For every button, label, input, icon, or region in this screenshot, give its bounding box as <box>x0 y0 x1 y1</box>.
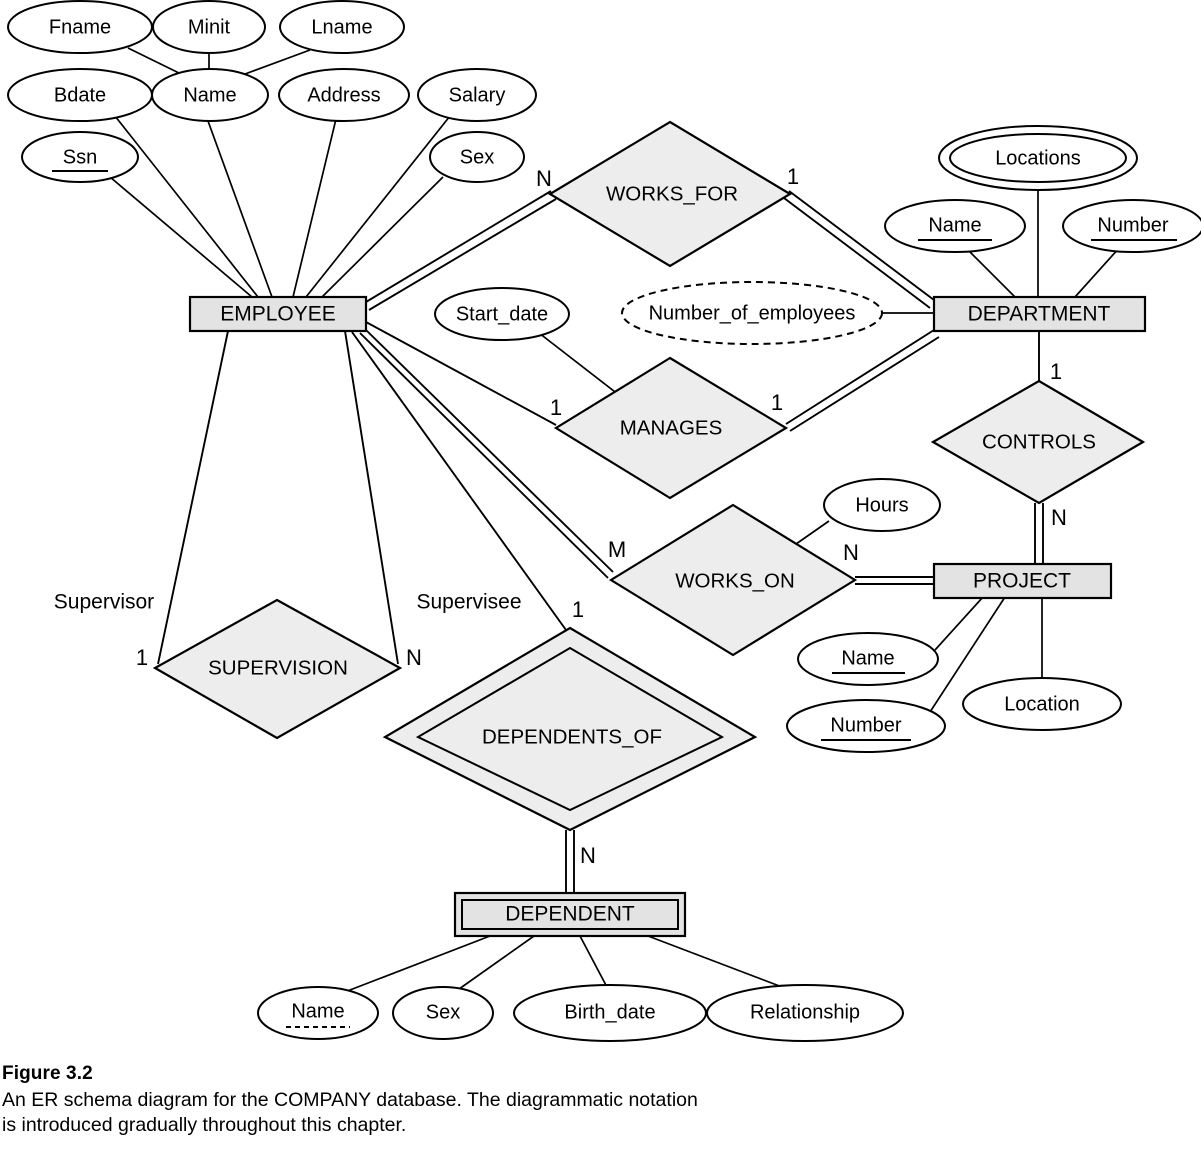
role-label-supervisee: Supervisee <box>416 591 521 614</box>
attribute-name-department[interactable]: Name <box>884 199 1026 253</box>
relationship-supervision-label: SUPERVISION <box>208 656 348 679</box>
entity-department[interactable]: DEPARTMENT <box>932 295 1147 333</box>
attribute-number-of-employees-derived[interactable]: Number_of_employees <box>621 281 883 345</box>
attribute-salary[interactable]: Salary <box>417 68 537 122</box>
relationship-controls[interactable]: CONTROLS <box>930 379 1146 505</box>
cardinality-works-on-project: N <box>843 540 859 565</box>
attribute-sex-employee-label: Sex <box>460 146 494 168</box>
relationship-works-for[interactable]: WORKS_FOR <box>547 120 793 268</box>
figure-caption: Figure 3.2 An ER schema diagram for the … <box>2 1063 722 1138</box>
cardinality-works-for-employee: N <box>536 166 552 191</box>
attribute-number-of-employees-label: Number_of_employees <box>649 302 856 324</box>
attribute-relationship-dependent[interactable]: Relationship <box>706 984 904 1042</box>
attribute-sex-employee[interactable]: Sex <box>429 131 525 183</box>
attribute-ssn[interactable]: Ssn <box>21 131 139 183</box>
attribute-start-date[interactable]: Start_date <box>434 287 570 341</box>
relationship-works-on-label: WORKS_ON <box>675 569 795 592</box>
entity-project[interactable]: PROJECT <box>932 562 1113 600</box>
entity-employee-label: EMPLOYEE <box>220 303 336 326</box>
attribute-location-project-label: Location <box>1004 693 1080 715</box>
attribute-birth-date-dependent[interactable]: Birth_date <box>513 984 707 1042</box>
attribute-fname[interactable]: Fname <box>7 0 153 54</box>
entity-dependent-weak[interactable]: DEPENDENT <box>453 891 687 938</box>
attribute-fname-label: Fname <box>49 16 111 38</box>
cardinality-controls-project: N <box>1051 505 1067 530</box>
entity-dependent-label: DEPENDENT <box>505 903 635 926</box>
attribute-start-date-label: Start_date <box>456 303 548 325</box>
figure-number: Figure 3.2 <box>2 1063 93 1084</box>
attribute-sex-dependent-label: Sex <box>426 1001 460 1023</box>
attribute-name-project-label: Name <box>841 647 894 669</box>
relationship-dependents-of-label: DEPENDENTS_OF <box>482 725 662 748</box>
attribute-sex-dependent[interactable]: Sex <box>392 986 494 1040</box>
dependent-attribute-edges <box>336 935 791 996</box>
attribute-name-employee-label: Name <box>183 84 236 106</box>
figure-caption-line-2: is introduced gradually throughout this … <box>2 1114 407 1136</box>
attribute-name-dependent-partial-key[interactable]: Name <box>257 986 379 1040</box>
cardinality-controls-department: 1 <box>1050 359 1062 384</box>
attribute-ssn-label: Ssn <box>63 146 97 168</box>
attribute-number-department[interactable]: Number <box>1062 199 1201 253</box>
relationship-works-for-label: WORKS_FOR <box>606 182 738 205</box>
figure-caption-line-1: An ER schema diagram for the COMPANY dat… <box>2 1089 698 1111</box>
attribute-name-employee-composite[interactable]: Name <box>151 68 269 122</box>
attribute-name-dependent-label: Name <box>291 1000 344 1022</box>
cardinality-dependents-of-employee: 1 <box>572 597 584 622</box>
attribute-minit[interactable]: Minit <box>152 0 266 54</box>
er-schema-diagram: Fname Minit Lname Bdate Name Address Sal… <box>0 0 1201 1158</box>
entity-project-label: PROJECT <box>973 570 1071 593</box>
attribute-lname[interactable]: Lname <box>279 0 405 54</box>
relationship-manages[interactable]: MANAGES <box>553 356 789 500</box>
attribute-minit-label: Minit <box>188 16 231 38</box>
relationship-supervision[interactable]: SUPERVISION <box>152 598 403 740</box>
entity-employee[interactable]: EMPLOYEE <box>188 295 368 333</box>
cardinality-supervision-supervisor: 1 <box>136 645 148 670</box>
entity-department-label: DEPARTMENT <box>968 303 1111 326</box>
attribute-relationship-label: Relationship <box>750 1001 860 1023</box>
attribute-number-project[interactable]: Number <box>786 699 946 753</box>
attribute-name-project[interactable]: Name <box>797 632 939 686</box>
attribute-name-department-label: Name <box>928 214 981 236</box>
attribute-number-project-label: Number <box>830 714 901 736</box>
relationship-manages-label: MANAGES <box>620 416 723 439</box>
cardinality-works-on-employee: M <box>608 537 626 562</box>
attribute-salary-label: Salary <box>449 84 506 106</box>
attribute-number-department-label: Number <box>1097 214 1168 236</box>
edge-manages-start-date <box>538 332 620 396</box>
attribute-hours[interactable]: Hours <box>823 478 941 532</box>
cardinality-manages-employee: 1 <box>550 395 562 420</box>
attribute-bdate-label: Bdate <box>54 84 106 106</box>
attribute-birth-date-label: Birth_date <box>564 1001 655 1023</box>
relationship-controls-label: CONTROLS <box>982 430 1096 453</box>
attribute-location-project[interactable]: Location <box>962 677 1122 731</box>
cardinality-supervision-supervisee: N <box>406 645 422 670</box>
relationship-dependents-of-identifying[interactable]: DEPENDENTS_OF <box>382 626 758 832</box>
attribute-locations-multivalued[interactable]: Locations <box>938 125 1138 191</box>
cardinality-dependents-of-dependent: N <box>580 843 596 868</box>
attribute-hours-label: Hours <box>855 494 908 516</box>
attribute-locations-label: Locations <box>995 147 1081 169</box>
attribute-lname-label: Lname <box>311 16 372 38</box>
cardinality-manages-department: 1 <box>771 390 783 415</box>
attribute-bdate[interactable]: Bdate <box>7 68 153 122</box>
role-label-supervisor: Supervisor <box>54 591 154 614</box>
attribute-address-label: Address <box>307 84 380 106</box>
attribute-address[interactable]: Address <box>278 68 410 122</box>
cardinality-works-for-department: 1 <box>787 164 799 189</box>
